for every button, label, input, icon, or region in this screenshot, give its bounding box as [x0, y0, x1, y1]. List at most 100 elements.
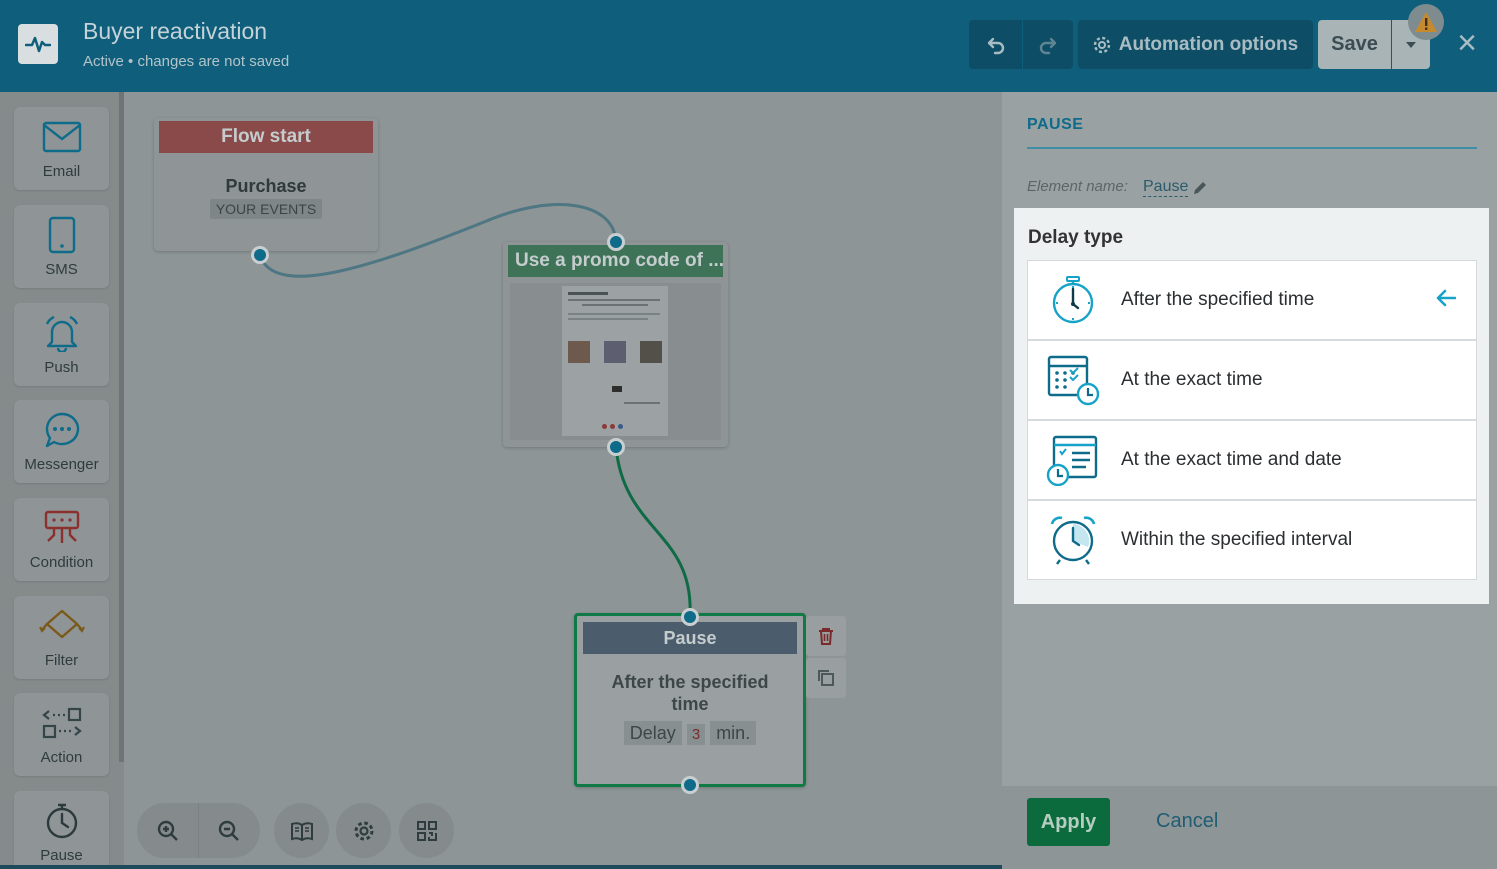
calendar-clock-icon — [1047, 355, 1100, 406]
email-output-port[interactable] — [607, 438, 625, 456]
arrow-left-icon — [1436, 289, 1456, 307]
trash-icon — [819, 628, 833, 645]
flow-start-node[interactable]: Flow start Purchase YOUR EVENTS — [154, 118, 378, 251]
palette-condition[interactable]: Condition — [14, 498, 109, 581]
delay-option-after-time[interactable]: After the specified time — [1027, 260, 1477, 340]
pause-input-port[interactable] — [681, 608, 699, 626]
top-bar: Buyer reactivation Active • changes are … — [0, 0, 1497, 92]
palette-label: Pause — [40, 847, 83, 864]
gear-icon — [1093, 36, 1110, 53]
zoom-out-icon — [218, 820, 239, 841]
panel-title: PAUSE — [1027, 116, 1084, 133]
palette-label: Email — [42, 163, 81, 180]
cancel-button[interactable]: Cancel — [1156, 810, 1218, 833]
delay-option-label: Within the specified interval — [1121, 529, 1353, 550]
pause-node[interactable]: Pause After the specified time Delay 3 m… — [574, 613, 806, 787]
email-node[interactable]: Use a promo code of ... — [503, 242, 728, 447]
palette-label: Action — [40, 749, 83, 766]
delay-unit: min. — [710, 721, 757, 745]
book-icon — [290, 821, 313, 841]
zoom-out-button[interactable] — [198, 803, 259, 858]
zoom-controls — [137, 803, 260, 858]
alarm-clock-icon — [1050, 516, 1096, 565]
automation-options-button[interactable]: Automation options — [1078, 20, 1313, 69]
delay-option-label: At the exact time and date — [1121, 449, 1342, 470]
pulse-logo-icon[interactable] — [18, 24, 58, 64]
help-book-button[interactable] — [274, 803, 329, 858]
filter-icon — [38, 609, 85, 639]
palette-push[interactable]: Push — [14, 303, 109, 386]
flow-start-output-port[interactable] — [251, 246, 269, 264]
chevron-down-icon — [1406, 41, 1416, 48]
close-icon[interactable]: × — [1450, 26, 1484, 60]
canvas-settings-button[interactable] — [336, 803, 391, 858]
trigger-event: Purchase — [225, 176, 307, 196]
element-settings-panel: PAUSE Element name: Pause Delay type Aft… — [1002, 92, 1497, 869]
element-name-label: Element name: — [1027, 178, 1128, 195]
bell-icon — [45, 315, 78, 352]
automation-options-label: Automation options — [1118, 33, 1299, 55]
gear-icon — [354, 821, 373, 840]
unsaved-note: changes are not saved — [137, 53, 290, 70]
delay-label: Delay — [623, 721, 682, 745]
palette-filter[interactable]: Filter — [14, 596, 109, 679]
delete-node-button[interactable] — [806, 616, 846, 656]
delay-option-exact-time-date[interactable]: At the exact time and date — [1027, 420, 1477, 500]
palette-label: SMS — [45, 261, 78, 278]
email-thumbnail — [562, 286, 668, 436]
automation-status: Active • changes are not saved — [83, 53, 289, 70]
phone-icon — [48, 216, 75, 254]
condition-icon — [44, 510, 79, 543]
palette-email[interactable]: Email — [14, 107, 109, 190]
action-icon — [41, 707, 82, 739]
qr-code-button[interactable] — [399, 803, 454, 858]
delay-option-label: At the exact time — [1121, 369, 1263, 390]
pause-output-port[interactable] — [681, 776, 699, 794]
chat-icon — [45, 412, 79, 448]
apply-button[interactable]: Apply — [1027, 798, 1110, 846]
zoom-in-button[interactable] — [137, 803, 198, 858]
delay-value: 3 — [686, 724, 706, 745]
flow-start-header: Flow start — [159, 121, 373, 153]
automation-title: Buyer reactivation — [83, 18, 268, 44]
panel-divider — [1027, 147, 1477, 149]
palette-action[interactable]: Action — [14, 693, 109, 776]
warning-icon[interactable] — [1408, 4, 1444, 40]
palette-label: Messenger — [24, 456, 99, 473]
delay-type-title: Delay type — [1028, 227, 1124, 248]
list-clock-icon — [1046, 435, 1098, 486]
delay-option-exact-time[interactable]: At the exact time — [1027, 340, 1477, 420]
stopwatch-icon — [46, 803, 77, 839]
delay-option-interval[interactable]: Within the specified interval — [1027, 500, 1477, 580]
qr-code-icon — [416, 820, 437, 841]
status-text: Active — [83, 53, 124, 70]
palette-pause[interactable]: Pause — [14, 791, 109, 869]
stopwatch-icon — [1052, 276, 1094, 324]
save-button[interactable]: Save — [1318, 20, 1391, 69]
delay-option-label: After the specified time — [1121, 289, 1315, 310]
redo-button[interactable] — [1023, 20, 1073, 69]
status-separator: • — [123, 53, 138, 70]
palette-sms[interactable]: SMS — [14, 205, 109, 288]
duplicate-node-button[interactable] — [806, 658, 846, 698]
event-tag: YOUR EVENTS — [209, 199, 323, 219]
pause-node-header: Pause — [583, 622, 797, 654]
flow-canvas[interactable]: Flow start Purchase YOUR EVENTS Use a pr… — [124, 92, 1002, 869]
email-input-port[interactable] — [607, 233, 625, 251]
palette-label: Push — [44, 359, 79, 376]
pause-node-text: After the specified time — [611, 672, 769, 714]
palette-label: Condition — [29, 554, 94, 571]
palette-messenger[interactable]: Messenger — [14, 400, 109, 483]
undo-button[interactable] — [969, 20, 1022, 69]
canvas-bottom-border — [0, 865, 1002, 869]
palette-label: Filter — [44, 652, 79, 669]
delay-type-section: Delay type After the specified time At t… — [1014, 208, 1489, 604]
redo-icon — [1039, 37, 1057, 54]
copy-icon — [818, 670, 834, 686]
pencil-icon[interactable] — [1192, 180, 1208, 196]
email-preview — [510, 283, 721, 440]
zoom-in-icon — [157, 820, 178, 841]
element-name-value[interactable]: Pause — [1143, 178, 1189, 197]
envelope-icon — [42, 121, 81, 153]
undo-icon — [987, 37, 1004, 54]
